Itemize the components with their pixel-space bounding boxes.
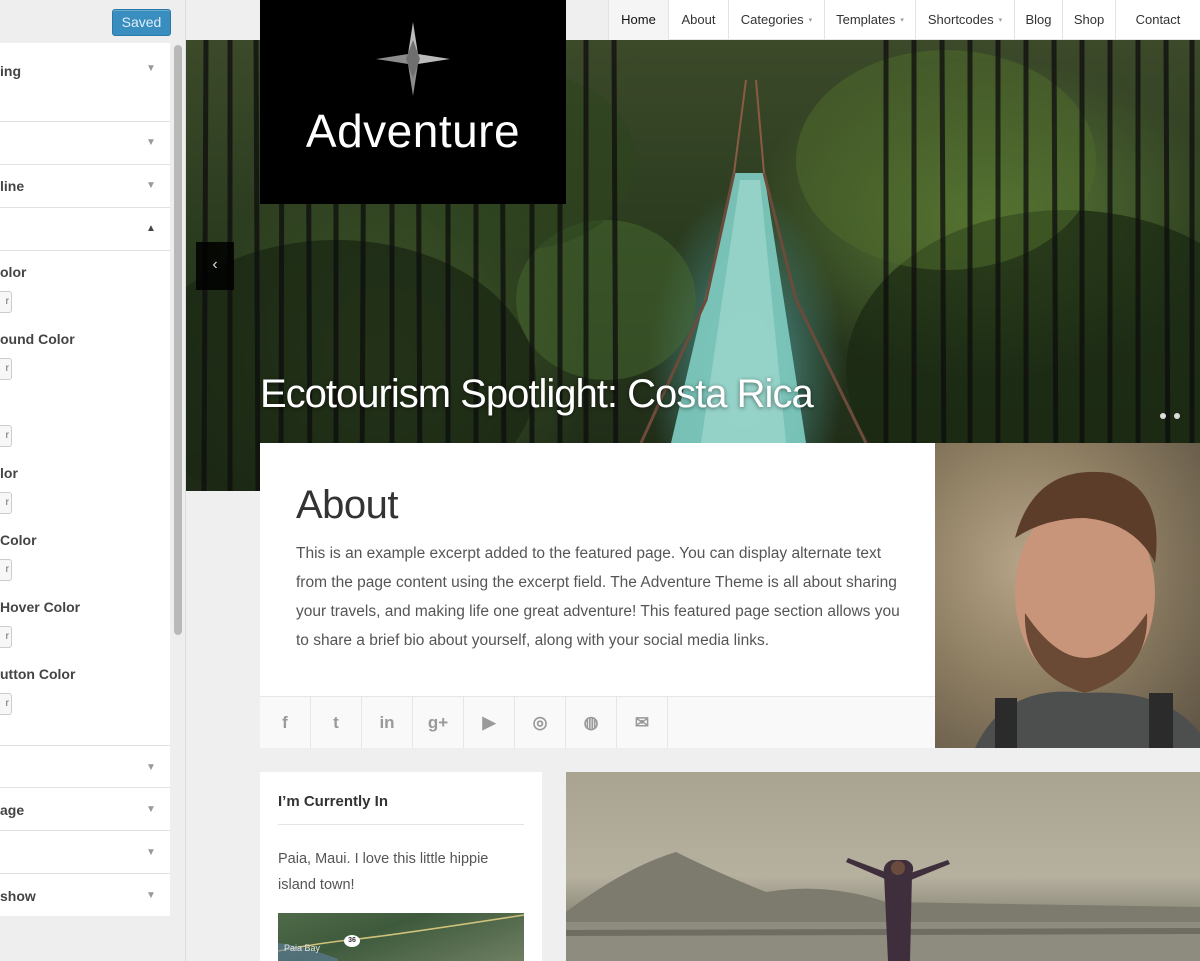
chevron-up-icon: ▲ xyxy=(146,223,156,234)
social-links: f t in g+ ▶ ◎ ◍ ✉ xyxy=(260,696,935,748)
customizer-sidebar: Saved ing ▼ ▼ line ▼ ▲ olor r ound Color… xyxy=(0,0,186,961)
widget-title: I’m Currently In xyxy=(278,793,389,810)
chevron-down-icon: ▼ xyxy=(146,762,156,773)
customizer-section[interactable]: ▼ xyxy=(0,122,170,165)
nav-label: Categories xyxy=(740,12,804,27)
color-picker-button[interactable]: r xyxy=(0,425,12,447)
customizer-section[interactable]: ing ▼ xyxy=(0,43,170,122)
customizer-scrollbar[interactable] xyxy=(174,45,182,635)
nav-blog[interactable]: Blog xyxy=(1014,0,1062,40)
customizer-header: Saved xyxy=(0,0,185,43)
nav-templates[interactable]: Templates ▾ xyxy=(824,0,915,40)
customizer-section[interactable]: line ▼ xyxy=(0,165,170,208)
chevron-down-icon: ▾ xyxy=(998,17,1003,24)
section-label: show xyxy=(0,888,36,904)
google-plus-icon[interactable]: g+ xyxy=(413,697,464,748)
slider-dot[interactable] xyxy=(1174,413,1180,419)
customizer-section[interactable]: show ▼ xyxy=(0,874,170,916)
linkedin-icon[interactable]: in xyxy=(362,697,413,748)
nav-label: About xyxy=(681,12,716,27)
chevron-down-icon: ▼ xyxy=(146,180,156,191)
section-label: line xyxy=(0,178,25,194)
road-shield: 36 xyxy=(344,935,360,947)
site-logo[interactable]: Adventure xyxy=(260,0,566,204)
nav-shop[interactable]: Shop xyxy=(1062,0,1115,40)
email-icon[interactable]: ✉ xyxy=(617,697,668,748)
chevron-down-icon: ▼ xyxy=(146,804,156,815)
main-navigation: Home About Categories ▾ Templates ▾ Shortc… xyxy=(608,0,1200,40)
control-label: ound Color xyxy=(0,331,75,347)
map-image xyxy=(278,914,524,961)
nav-label: Shortcodes xyxy=(927,12,994,27)
featured-photo xyxy=(566,772,1200,961)
color-picker-button[interactable]: r xyxy=(0,559,12,581)
about-title: About xyxy=(296,483,399,527)
nav-label: Contact xyxy=(1135,12,1181,27)
nav-home[interactable]: Home xyxy=(608,0,668,40)
chevron-down-icon: ▼ xyxy=(146,137,156,148)
lake-image xyxy=(566,852,1200,961)
nav-categories[interactable]: Categories ▾ xyxy=(728,0,824,40)
facebook-icon[interactable]: f xyxy=(260,697,311,748)
section-label: age xyxy=(0,802,25,818)
nav-label: Home xyxy=(621,12,656,27)
customizer-panel: ing ▼ ▼ line ▼ ▲ olor r ound Color r r l… xyxy=(0,43,170,916)
youtube-icon[interactable]: ▶ xyxy=(464,697,515,748)
portrait-image xyxy=(975,471,1200,748)
slider-dot[interactable] xyxy=(1160,413,1166,419)
color-picker-button[interactable]: r xyxy=(0,626,12,648)
about-section: About This is an example excerpt added t… xyxy=(260,443,935,748)
site-preview: ‹ Ecotourism Spotlight: Costa Rica Adven… xyxy=(186,0,1200,961)
chevron-down-icon: ▼ xyxy=(146,847,156,858)
chevron-down-icon: ▾ xyxy=(808,17,813,24)
chevron-down-icon: ▼ xyxy=(146,890,156,901)
customizer-section[interactable]: age ▼ xyxy=(0,788,170,831)
nav-label: Blog xyxy=(1025,12,1052,27)
nav-label: Shop xyxy=(1073,12,1105,27)
customizer-section[interactable]: ▼ xyxy=(0,831,170,874)
section-label: ing xyxy=(0,63,21,79)
customizer-section-open[interactable]: ▲ xyxy=(0,208,170,251)
slider-prev-button[interactable]: ‹ xyxy=(196,242,234,290)
nav-shortcodes[interactable]: Shortcodes ▾ xyxy=(915,0,1014,40)
color-picker-button[interactable]: r xyxy=(0,492,12,514)
portrait-photo xyxy=(935,443,1200,748)
nav-contact[interactable]: Contact xyxy=(1115,0,1200,40)
twitter-icon[interactable]: t xyxy=(311,697,362,748)
github-icon[interactable]: ◎ xyxy=(515,697,566,748)
location-map[interactable]: Paia Bay 36 xyxy=(278,913,524,961)
compass-star-icon xyxy=(376,22,450,96)
dribbble-icon[interactable]: ◍ xyxy=(566,697,617,748)
nav-about[interactable]: About xyxy=(668,0,728,40)
control-label: utton Color xyxy=(0,666,76,682)
control-label: lor xyxy=(0,465,18,481)
about-text: This is an example excerpt added to the … xyxy=(296,545,900,649)
hero-title[interactable]: Ecotourism Spotlight: Costa Rica xyxy=(260,372,814,417)
color-picker-button[interactable]: r xyxy=(0,693,12,715)
nav-label: Templates xyxy=(836,12,896,27)
customizer-section[interactable]: ▼ xyxy=(0,745,170,788)
customizer-footer xyxy=(0,916,185,961)
control-label: olor xyxy=(0,264,27,280)
widget-text: Paia, Maui. I love this little hippie is… xyxy=(278,851,489,893)
color-picker-button[interactable]: r xyxy=(0,291,12,313)
map-label: Paia Bay xyxy=(284,943,321,953)
chevron-down-icon: ▼ xyxy=(146,63,156,74)
color-picker-button[interactable]: r xyxy=(0,358,12,380)
logo-text: Adventure xyxy=(305,105,521,157)
widget-divider xyxy=(278,824,524,825)
currently-in-widget: I’m Currently In Paia, Maui. I love this… xyxy=(260,772,542,961)
chevron-down-icon: ▾ xyxy=(900,17,904,24)
saved-button[interactable]: Saved xyxy=(112,9,171,36)
control-label: Color xyxy=(0,532,37,548)
control-label: Hover Color xyxy=(0,599,81,615)
